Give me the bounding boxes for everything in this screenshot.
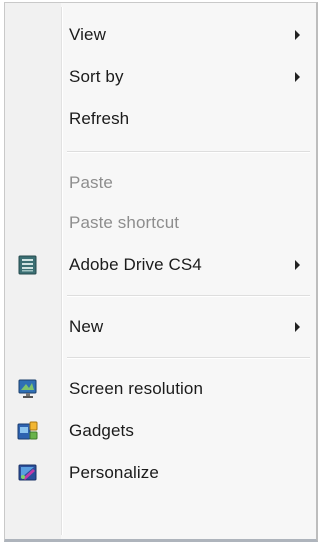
menu-item-sort-by[interactable]: Sort by [5, 57, 316, 97]
menu-item-personalize[interactable]: Personalize [5, 453, 316, 493]
desktop-context-menu: View Sort by Refresh Paste Paste shortcu… [4, 2, 318, 542]
menu-item-label: Adobe Drive CS4 [69, 255, 202, 274]
personalize-icon [17, 463, 39, 483]
menu-item-adobe-drive[interactable]: Adobe Drive CS4 [5, 245, 316, 285]
menu-item-screen-resolution[interactable]: Screen resolution [5, 369, 316, 409]
menu-separator [67, 151, 310, 152]
menu-item-paste-shortcut[interactable]: Paste shortcut [5, 203, 316, 243]
menu-item-label: Paste shortcut [69, 213, 180, 232]
menu-item-label: New [69, 317, 104, 336]
menu-item-label: Refresh [69, 109, 130, 128]
submenu-arrow-icon [295, 322, 300, 332]
menu-item-label: Sort by [69, 67, 124, 86]
menu-item-label: Paste [69, 173, 113, 192]
adobe-drive-icon [17, 255, 39, 275]
menu-separator [67, 295, 310, 296]
submenu-arrow-icon [295, 30, 300, 40]
screen-resolution-icon [17, 379, 39, 399]
menu-item-label: View [69, 25, 106, 44]
menu-item-label: Screen resolution [69, 379, 203, 398]
gadgets-icon [17, 421, 39, 441]
menu-separator [67, 357, 310, 358]
menu-item-gadgets[interactable]: Gadgets [5, 411, 316, 451]
submenu-arrow-icon [295, 72, 300, 82]
submenu-arrow-icon [295, 260, 300, 270]
menu-item-label: Gadgets [69, 421, 134, 440]
menu-item-view[interactable]: View [5, 15, 316, 55]
menu-item-refresh[interactable]: Refresh [5, 99, 316, 139]
menu-item-label: Personalize [69, 463, 159, 482]
menu-item-paste[interactable]: Paste [5, 163, 316, 203]
menu-item-new[interactable]: New [5, 307, 316, 347]
